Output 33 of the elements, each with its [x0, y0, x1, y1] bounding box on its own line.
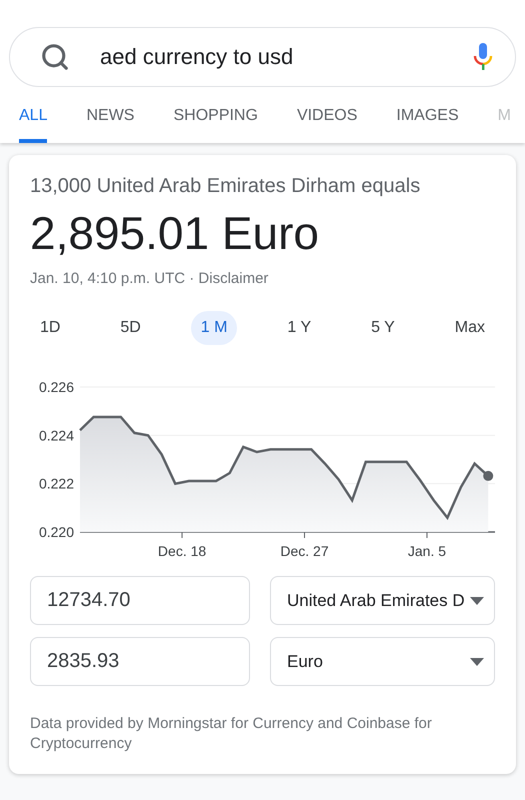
tab[interactable]: IMAGES	[396, 101, 459, 143]
tab[interactable]: VIDEOS	[296, 101, 358, 143]
microphone-icon[interactable]	[473, 43, 493, 71]
range-tab[interactable]: 1D	[30, 311, 70, 345]
range-tab[interactable]: Max	[444, 311, 495, 345]
tab[interactable]: NEWS	[86, 101, 134, 143]
axis-label: Jan. 5	[408, 543, 446, 559]
amount-field[interactable]: 2835.93	[30, 637, 250, 686]
axis-label: Dec. 18	[158, 543, 206, 559]
amount-field[interactable]: 12734.70	[30, 576, 250, 625]
caret-icon	[470, 658, 484, 666]
range-tab[interactable]: 1 M	[190, 311, 238, 345]
currency-dropdown[interactable]: United Arab Emirates D	[270, 576, 495, 625]
currency-dropdown[interactable]: Euro	[270, 637, 495, 686]
search-icon[interactable]	[40, 42, 70, 72]
axis-label: 0.222	[38, 476, 74, 492]
range-tab[interactable]: 5D	[110, 311, 151, 345]
caret-icon	[470, 596, 484, 604]
search-field[interactable]: aed currency to usd	[9, 27, 516, 87]
range-tab[interactable]: 1 Y	[277, 311, 322, 345]
result-amount: 2,895.01 Euro	[30, 206, 320, 260]
attribution-text: Data provided by Morningstar for Currency and Coinbase for Cryptocurrency	[30, 714, 433, 754]
headline: 13,000 United Arab Emirates Dirham equals	[30, 175, 422, 198]
chart-point	[483, 470, 494, 481]
axis-label: 0.220	[38, 524, 74, 540]
range-tab[interactable]: 5 Y	[361, 311, 405, 345]
tab[interactable]: SHOPPING	[173, 101, 258, 143]
axis-label: Dec. 27	[280, 543, 329, 559]
tab[interactable]: ALL	[19, 101, 48, 143]
disclaimer-link[interactable]: Disclaimer	[198, 270, 268, 287]
axis-label: 0.226	[38, 379, 74, 395]
axis-label: 0.224	[38, 427, 74, 444]
timestamp: Jan. 10, 4:10 p.m. UTC · Disclaimer	[30, 270, 270, 287]
